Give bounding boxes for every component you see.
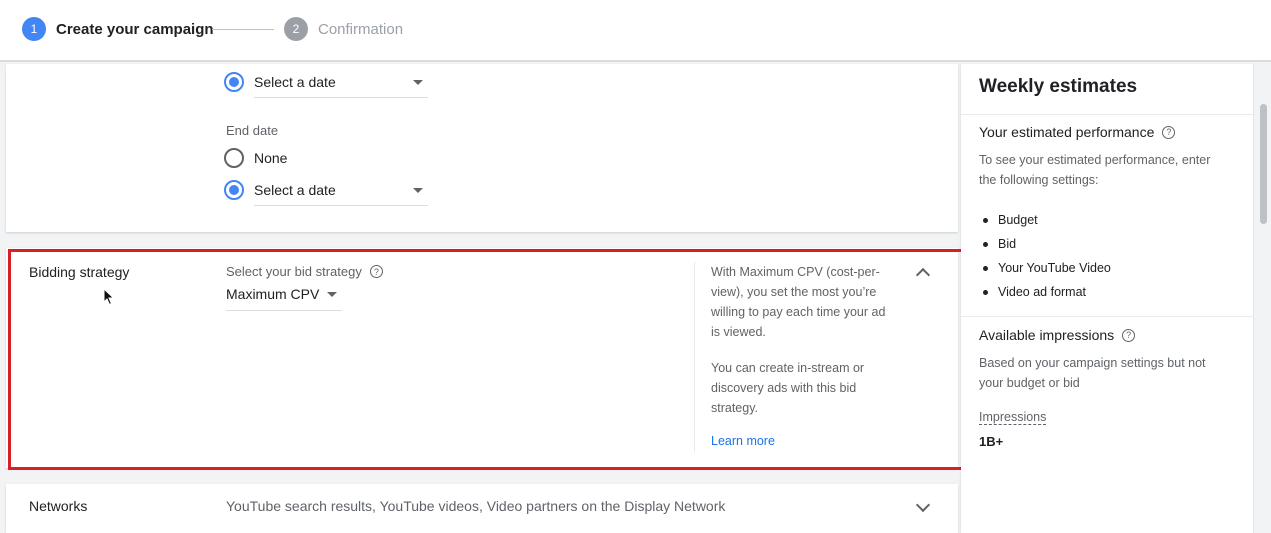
weekly-estimates-title: Weekly estimates — [979, 76, 1138, 97]
end-date-none-radio[interactable] — [224, 148, 244, 168]
bidding-strategy-title: Bidding strategy — [29, 264, 130, 280]
networks-card[interactable]: Networks YouTube search results, YouTube… — [6, 484, 958, 533]
end-date-radio[interactable] — [224, 180, 244, 200]
caret-down-icon — [327, 291, 338, 297]
help-circle-icon[interactable]: ? — [369, 265, 383, 278]
campaign-stepper: 1 Create your campaign 2 Confirmation — [0, 0, 1271, 62]
end-date-none-option[interactable]: None — [224, 146, 287, 170]
bid-info-paragraph-2: You can create in-stream or discovery ad… — [711, 361, 865, 415]
end-date-dropdown-label: Select a date — [254, 182, 336, 198]
chevron-up-icon[interactable] — [915, 267, 931, 283]
step-label-create: Create your campaign — [56, 20, 214, 38]
step-label-confirmation: Confirmation — [318, 20, 404, 38]
bid-strategy-selected: Maximum CPV — [226, 286, 320, 302]
step-number-1: 1 — [22, 17, 46, 41]
end-date-underline — [254, 205, 428, 206]
list-item: Bid — [983, 232, 1111, 256]
bid-info-paragraph-1: With Maximum CPV (cost-per-view), you se… — [711, 265, 886, 339]
start-date-underline — [254, 97, 428, 98]
weekly-estimates-panel: Weekly estimates Your estimated performa… — [961, 64, 1253, 533]
step-confirmation[interactable]: 2 Confirmation — [284, 17, 403, 41]
caret-down-icon[interactable] — [412, 79, 423, 85]
end-date-select-option[interactable]: Select a date — [224, 178, 423, 202]
dates-card: Select a date End date None Select a dat… — [6, 64, 958, 232]
networks-summary: YouTube search results, YouTube videos, … — [226, 498, 726, 514]
start-date-select-option[interactable]: Select a date — [224, 70, 423, 94]
list-item: Video ad format — [983, 280, 1111, 304]
available-impressions-title: Available impressions — [979, 327, 1115, 343]
bid-strategy-underline — [226, 310, 342, 311]
info-divider — [694, 262, 695, 452]
chevron-down-icon[interactable] — [915, 497, 931, 513]
side-divider-mid — [961, 316, 1253, 317]
estimated-performance-heading: Your estimated performance ? — [979, 124, 1176, 140]
learn-more-link[interactable]: Learn more — [711, 434, 775, 448]
start-date-dropdown-label: Select a date — [254, 74, 336, 90]
impressions-label[interactable]: Impressions — [979, 410, 1047, 425]
caret-down-icon[interactable] — [412, 187, 423, 193]
side-divider-top — [961, 114, 1253, 115]
bid-strategy-label: Select your bid strategy ? — [226, 264, 383, 279]
end-date-title: End date — [226, 123, 279, 138]
bid-strategy-label-text: Select your bid strategy — [226, 264, 362, 279]
mouse-cursor-icon — [103, 288, 115, 306]
step-number-2: 2 — [284, 17, 308, 41]
help-circle-icon[interactable]: ? — [1122, 328, 1136, 342]
bid-strategy-dropdown[interactable]: Maximum CPV — [226, 286, 338, 302]
step-connector — [212, 29, 274, 30]
help-circle-icon[interactable]: ? — [1162, 125, 1176, 139]
list-item: Budget — [983, 208, 1111, 232]
estimated-performance-desc: To see your estimated performance, enter… — [979, 153, 1211, 187]
available-impressions-heading: Available impressions ? — [979, 327, 1136, 343]
list-item: Your YouTube Video — [983, 256, 1111, 280]
page-scrollbar[interactable] — [1256, 64, 1271, 533]
required-settings-list: Budget Bid Your YouTube Video Video ad f… — [983, 208, 1111, 304]
networks-title: Networks — [29, 498, 88, 514]
bidding-strategy-card: Bidding strategy Select your bid strateg… — [6, 248, 958, 468]
step-create-campaign[interactable]: 1 Create your campaign — [22, 17, 214, 41]
start-date-radio[interactable] — [224, 72, 244, 92]
end-date-none-label: None — [254, 150, 288, 166]
estimated-performance-title: Your estimated performance — [979, 124, 1155, 140]
scroll-thumb[interactable] — [1260, 104, 1267, 224]
available-impressions-desc: Based on your campaign settings but not … — [979, 356, 1206, 390]
impressions-value: 1B+ — [979, 434, 1004, 449]
